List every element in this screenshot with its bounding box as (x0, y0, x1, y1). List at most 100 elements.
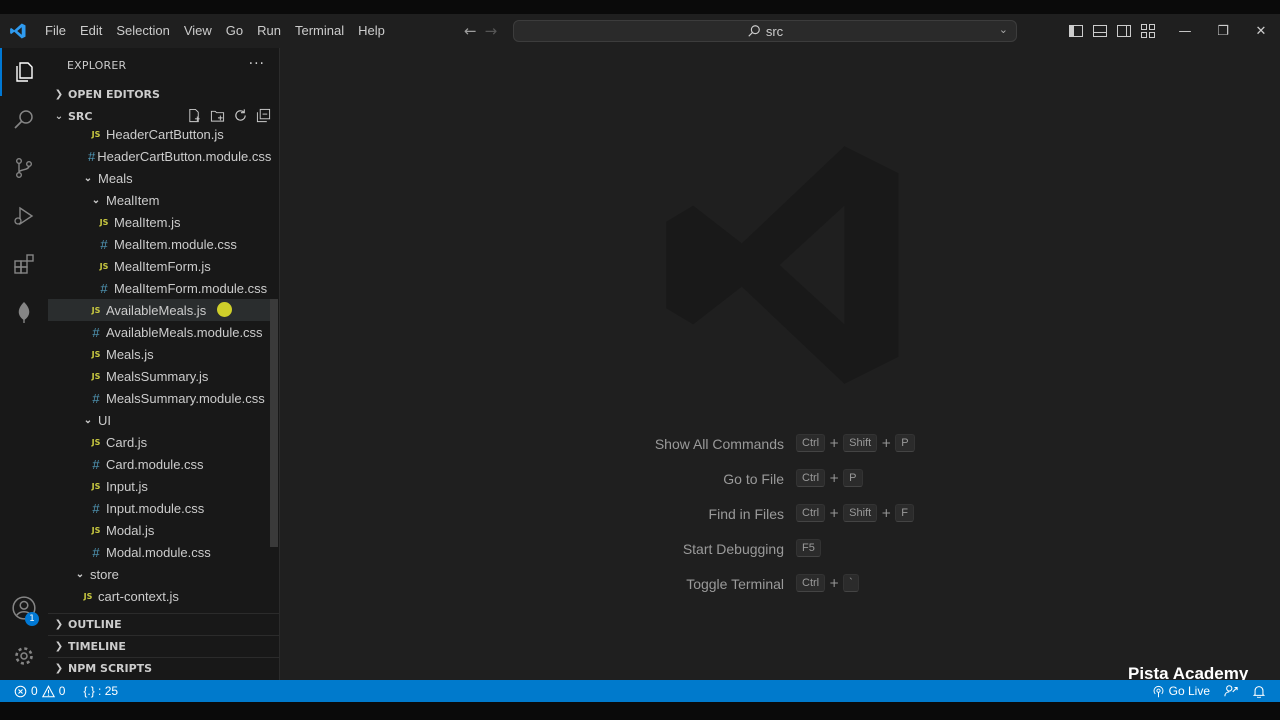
cursor-position[interactable]: {.} : 25 (83, 684, 118, 698)
css-file-icon: # (92, 544, 100, 560)
npm-scripts-section[interactable]: ❯ NPM SCRIPTS (48, 657, 279, 679)
mouse-cursor-highlight (217, 302, 232, 317)
tree-item-label: MealItem.js (114, 214, 181, 230)
menu-selection[interactable]: Selection (109, 14, 176, 48)
accounts-icon[interactable]: 1 (0, 584, 48, 632)
vscode-logo-icon (0, 14, 36, 48)
restore-icon[interactable]: ❐ (1204, 14, 1242, 48)
window-controls: — ❐ ✕ (1166, 14, 1280, 48)
tree-folder[interactable]: ⌄ Meals (48, 167, 270, 189)
search-icon[interactable] (0, 96, 48, 144)
warning-icon (41, 684, 55, 697)
open-editors-section[interactable]: ❯ OPEN EDITORS (48, 83, 279, 105)
tree-item[interactable]: # MealItem.module.css (48, 233, 270, 255)
tree-item[interactable]: # Card.module.css (48, 453, 270, 475)
key: P (843, 469, 863, 487)
collapse-all-icon[interactable] (256, 108, 271, 123)
bottom-sections: ❯ OUTLINE ❯ TIMELINE ❯ NPM SCRIPTS (48, 613, 279, 679)
notifications-bell-icon[interactable] (1252, 684, 1266, 698)
explorer-header: EXPLORER ··· (48, 48, 279, 83)
back-arrow-icon[interactable]: ← (464, 22, 477, 40)
menu-go[interactable]: Go (219, 14, 250, 48)
menu-file[interactable]: File (38, 14, 73, 48)
tree-scrollbar[interactable] (270, 299, 278, 547)
customize-layout-icon[interactable] (1140, 23, 1156, 39)
mongodb-leaf-icon[interactable] (0, 288, 48, 336)
tree-item[interactable]: JS Input.js (48, 475, 270, 497)
tree-item[interactable]: JS Card.js (48, 431, 270, 453)
tree-item[interactable]: JS MealItem.js (48, 211, 270, 233)
refresh-icon[interactable] (233, 108, 248, 123)
shortcut-row: Go to File Ctrl + P (280, 467, 1280, 491)
accounts-badge: 1 (25, 612, 39, 626)
go-live-label: Go Live (1168, 684, 1210, 698)
menu-view[interactable]: View (177, 14, 219, 48)
forward-arrow-icon[interactable]: → (485, 22, 498, 40)
tree-item[interactable]: JS AvailableMeals.js (48, 299, 270, 321)
run-debug-icon[interactable] (0, 192, 48, 240)
shortcut-row: Show All Commands Ctrl + Shift + P (280, 432, 1280, 456)
command-center[interactable]: src ⌄ (513, 20, 1017, 42)
tree-folder[interactable]: ⌄ MealItem (48, 189, 270, 211)
tree-item-label: Modal.js (106, 522, 155, 538)
tree-item[interactable]: # Input.module.css (48, 497, 270, 519)
tree-item[interactable]: JS MealItemForm.js (48, 255, 270, 277)
js-file-icon: JS (99, 261, 109, 271)
css-file-icon: # (88, 148, 96, 164)
tree-item-label: Meals.js (106, 346, 154, 362)
tree-folder[interactable]: ⌄ store (48, 563, 270, 585)
minimize-icon[interactable]: — (1166, 14, 1204, 48)
chevron-right-icon: ❯ (54, 619, 64, 630)
open-editors-label: OPEN EDITORS (68, 87, 160, 101)
bottom-band (0, 702, 1280, 720)
shortcut-keys: F5 (796, 539, 821, 557)
tree-item-label: MealItem.module.css (114, 236, 237, 252)
tree-item[interactable]: JS Meals.js (48, 343, 270, 365)
close-icon[interactable]: ✕ (1242, 14, 1280, 48)
tree-item[interactable]: # MealsSummary.module.css (48, 387, 270, 409)
toggle-panel-icon[interactable] (1092, 23, 1108, 39)
tree-item[interactable]: # HeaderCartButton.module.css (48, 145, 271, 167)
tree-item[interactable]: # AvailableMeals.module.css (48, 321, 270, 343)
problems-indicator[interactable]: 0 0 (0, 684, 65, 698)
tree-item[interactable]: JS MealsSummary.js (48, 365, 270, 387)
menu-run[interactable]: Run (250, 14, 288, 48)
timeline-section[interactable]: ❯ TIMELINE (48, 635, 279, 657)
status-right: Go Live (1152, 680, 1266, 702)
key: Ctrl (796, 504, 826, 522)
toggle-primary-sidebar-icon[interactable] (1068, 23, 1084, 39)
js-file-icon: JS (91, 371, 101, 381)
new-file-icon[interactable] (187, 108, 202, 123)
shortcut-row: Toggle Terminal Ctrl + ` (280, 572, 1280, 596)
menu-edit[interactable]: Edit (73, 14, 109, 48)
source-control-icon[interactable] (0, 144, 48, 192)
menu-help[interactable]: Help (351, 14, 392, 48)
npm-scripts-label: NPM SCRIPTS (68, 662, 153, 675)
tree-item[interactable]: # MealItemForm.module.css (48, 277, 270, 299)
new-folder-icon[interactable] (210, 108, 225, 123)
tree-item-label: Meals (98, 170, 133, 186)
tree-item-label: MealItem (106, 192, 160, 208)
menu-terminal[interactable]: Terminal (288, 14, 351, 48)
explorer-actions (187, 108, 271, 123)
tree-folder[interactable]: ⌄ UI (48, 409, 270, 431)
explorer-icon[interactable] (0, 48, 48, 96)
tree-item[interactable]: JS cart-context.js (48, 585, 270, 607)
go-live-button[interactable]: Go Live (1152, 684, 1210, 698)
extensions-icon[interactable] (0, 240, 48, 288)
shortcut-row: Start Debugging F5 (280, 537, 1280, 561)
chevron-down-icon[interactable]: ⌄ (999, 23, 1008, 36)
tree-item[interactable]: JS HeaderCartButton.js (48, 127, 270, 145)
outline-section[interactable]: ❯ OUTLINE (48, 613, 279, 635)
gear-icon[interactable] (0, 632, 48, 680)
css-file-icon: # (92, 390, 100, 406)
tree-item[interactable]: # Modal.module.css (48, 541, 270, 563)
toggle-secondary-sidebar-icon[interactable] (1116, 23, 1132, 39)
tree-item-label: MealItemForm.js (114, 258, 211, 274)
feedback-icon[interactable] (1224, 684, 1238, 698)
command-center-text: src (765, 23, 784, 39)
more-actions-icon[interactable]: ··· (249, 56, 265, 72)
src-folder-section[interactable]: ⌄ SRC (48, 105, 279, 127)
js-file-icon: JS (91, 129, 101, 139)
tree-item[interactable]: JS Modal.js (48, 519, 270, 541)
